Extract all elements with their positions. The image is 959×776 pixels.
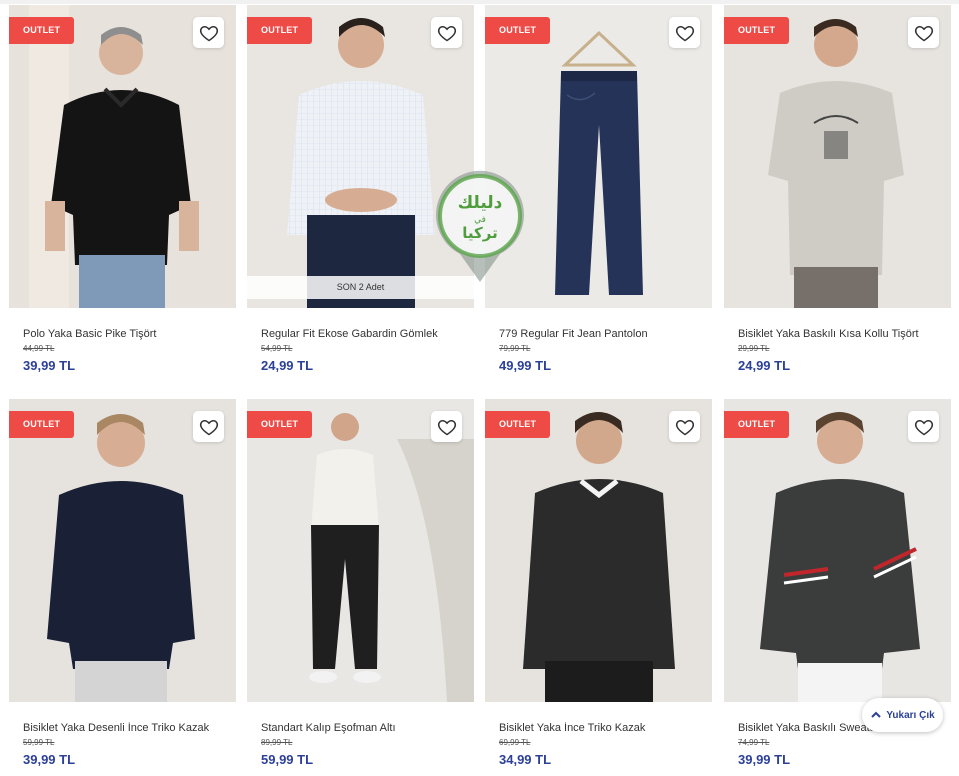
outlet-badge: OUTLET bbox=[724, 17, 790, 44]
add-to-favorites-button[interactable] bbox=[193, 17, 224, 48]
old-price: 59,99 TL bbox=[23, 738, 55, 747]
price: 24,99 TL bbox=[261, 358, 314, 373]
add-to-favorites-button[interactable] bbox=[431, 17, 462, 48]
product-card[interactable]: OUTLET Bisiklet Yaka Desenli İnce Triko … bbox=[9, 399, 236, 767]
product-name[interactable]: Bisiklet Yaka İnce Triko Kazak bbox=[499, 722, 704, 734]
product-name[interactable]: Bisiklet Yaka Desenli İnce Triko Kazak bbox=[23, 722, 228, 734]
product-card[interactable]: OUTLET Standart Kalıp Eşofman Altı 89,99… bbox=[247, 399, 474, 767]
old-price: 89,99 TL bbox=[261, 738, 293, 747]
product-image[interactable]: OUTLET bbox=[247, 399, 474, 702]
outlet-badge: OUTLET bbox=[724, 411, 790, 438]
price: 39,99 TL bbox=[23, 752, 76, 767]
watermark-line3: تركيا bbox=[462, 224, 497, 242]
heart-icon bbox=[199, 25, 218, 41]
product-image[interactable]: OUTLET bbox=[724, 399, 951, 702]
watermark-logo: دليلك في تركيا bbox=[432, 170, 528, 284]
heart-icon bbox=[199, 419, 218, 435]
price: 49,99 TL bbox=[499, 358, 552, 373]
price: 24,99 TL bbox=[738, 358, 791, 373]
product-image[interactable]: OUTLET bbox=[485, 399, 712, 702]
old-price: 74,99 TL bbox=[738, 738, 770, 747]
outlet-badge: OUTLET bbox=[247, 17, 313, 44]
top-bar bbox=[0, 0, 959, 4]
heart-icon bbox=[914, 25, 933, 41]
add-to-favorites-button[interactable] bbox=[669, 411, 700, 442]
old-price: 54,99 TL bbox=[261, 344, 293, 353]
back-to-top-button[interactable]: Yukarı Çık bbox=[862, 698, 943, 732]
product-name[interactable]: Regular Fit Ekose Gabardin Gömlek bbox=[261, 328, 466, 340]
price: 34,99 TL bbox=[499, 752, 552, 767]
heart-icon bbox=[675, 419, 694, 435]
old-price: 29,99 TL bbox=[738, 344, 770, 353]
outlet-badge: OUTLET bbox=[9, 411, 75, 438]
product-name[interactable]: Standart Kalıp Eşofman Altı bbox=[261, 722, 466, 734]
product-image[interactable]: OUTLET bbox=[724, 5, 951, 308]
old-price: 69,99 TL bbox=[499, 738, 531, 747]
add-to-favorites-button[interactable] bbox=[669, 17, 700, 48]
price: 59,99 TL bbox=[261, 752, 314, 767]
heart-icon bbox=[437, 25, 456, 41]
outlet-badge: OUTLET bbox=[485, 17, 551, 44]
product-photo bbox=[485, 399, 712, 702]
heart-icon bbox=[675, 25, 694, 41]
product-photo bbox=[9, 399, 236, 702]
add-to-favorites-button[interactable] bbox=[908, 17, 939, 48]
product-name[interactable]: Bisiklet Yaka Baskılı Kısa Kollu Tişört bbox=[738, 328, 943, 340]
product-photo bbox=[247, 399, 474, 702]
heart-icon bbox=[914, 419, 933, 435]
old-price: 79,99 TL bbox=[499, 344, 531, 353]
product-card[interactable]: OUTLET Polo Yaka Basic Pike Tişört 44,99… bbox=[9, 5, 236, 373]
chevron-up-icon bbox=[871, 711, 882, 718]
price: 39,99 TL bbox=[23, 358, 76, 373]
product-photo bbox=[724, 399, 951, 702]
back-to-top-label: Yukarı Çık bbox=[886, 709, 935, 721]
product-name[interactable]: 779 Regular Fit Jean Pantolon bbox=[499, 328, 704, 340]
outlet-badge: OUTLET bbox=[485, 411, 551, 438]
add-to-favorites-button[interactable] bbox=[908, 411, 939, 442]
product-card[interactable]: OUTLET Bisiklet Yaka İnce Triko Kazak 69… bbox=[485, 399, 712, 767]
heart-icon bbox=[437, 419, 456, 435]
product-image[interactable]: OUTLET bbox=[9, 399, 236, 702]
product-image[interactable]: OUTLET bbox=[9, 5, 236, 308]
product-photo bbox=[724, 5, 951, 308]
add-to-favorites-button[interactable] bbox=[431, 411, 462, 442]
product-photo bbox=[9, 5, 236, 308]
price: 39,99 TL bbox=[738, 752, 791, 767]
old-price: 44,99 TL bbox=[23, 344, 55, 353]
outlet-badge: OUTLET bbox=[9, 17, 75, 44]
outlet-badge: OUTLET bbox=[247, 411, 313, 438]
watermark-line1: دليلك bbox=[458, 193, 503, 213]
product-name[interactable]: Polo Yaka Basic Pike Tişört bbox=[23, 328, 228, 340]
add-to-favorites-button[interactable] bbox=[193, 411, 224, 442]
product-card[interactable]: OUTLET Bisiklet Yaka Baskılı Kısa Kollu … bbox=[724, 5, 951, 373]
